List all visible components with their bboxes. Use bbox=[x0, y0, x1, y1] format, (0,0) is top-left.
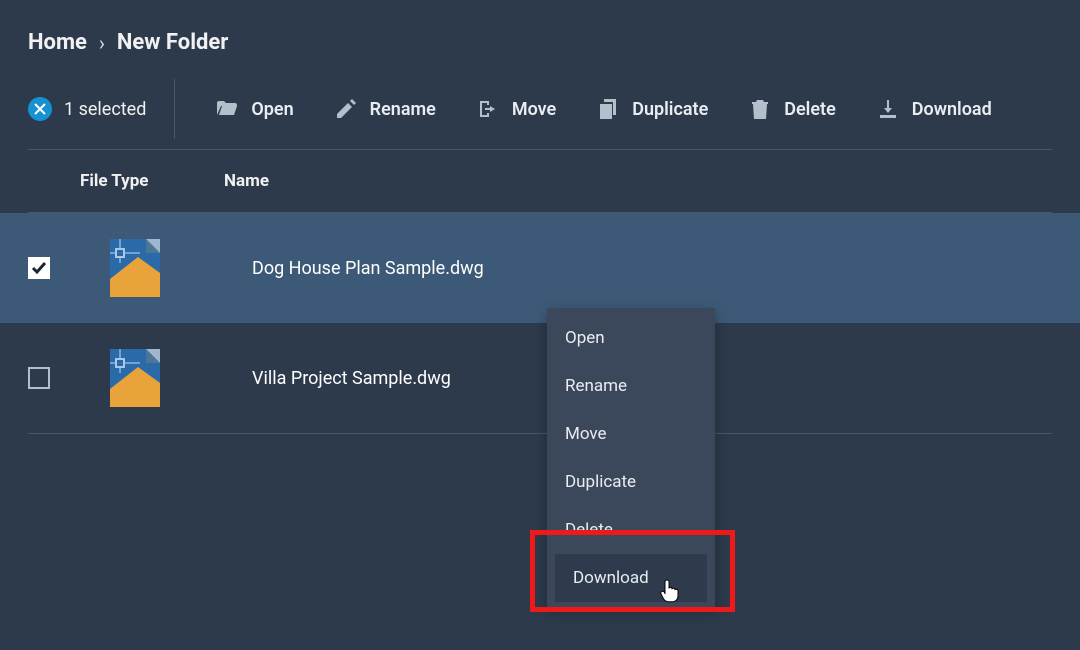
divider bbox=[28, 433, 1052, 434]
table-header: File Type Name bbox=[0, 150, 1080, 212]
context-menu-item-move[interactable]: Move bbox=[547, 410, 715, 458]
toolbar-actions: Open Rename Move Duplicate Delete Downlo… bbox=[175, 97, 991, 121]
duplicate-label: Duplicate bbox=[632, 99, 708, 120]
column-file-type[interactable]: File Type bbox=[80, 171, 190, 191]
selection-toolbar: 1 selected Open Rename Move Duplicate De… bbox=[0, 75, 1080, 143]
context-menu-item-rename[interactable]: Rename bbox=[547, 362, 715, 410]
chevron-right-icon: › bbox=[99, 31, 105, 55]
context-menu-item-download[interactable]: Download bbox=[555, 554, 707, 602]
context-menu-item-delete[interactable]: Delete bbox=[547, 506, 715, 554]
pencil-icon bbox=[334, 97, 358, 121]
delete-button[interactable]: Delete bbox=[748, 97, 836, 121]
move-label: Move bbox=[512, 99, 556, 120]
breadcrumb-home[interactable]: Home bbox=[28, 30, 87, 55]
selection-block: 1 selected bbox=[28, 79, 175, 139]
context-menu-item-duplicate[interactable]: Duplicate bbox=[547, 458, 715, 506]
move-button[interactable]: Move bbox=[476, 97, 556, 121]
move-icon bbox=[476, 97, 500, 121]
rename-button[interactable]: Rename bbox=[334, 97, 436, 121]
open-label: Open bbox=[251, 99, 293, 120]
check-icon bbox=[31, 260, 47, 276]
rename-label: Rename bbox=[370, 99, 436, 120]
download-label: Download bbox=[912, 99, 992, 120]
trash-icon bbox=[748, 97, 772, 121]
row-checkbox[interactable] bbox=[28, 367, 50, 389]
context-menu: OpenRenameMoveDuplicateDeleteDownload bbox=[547, 308, 715, 608]
dwg-file-icon bbox=[110, 239, 160, 297]
duplicate-icon bbox=[596, 97, 620, 121]
breadcrumb: Home › New Folder bbox=[0, 0, 1080, 75]
delete-label: Delete bbox=[784, 99, 836, 120]
open-button[interactable]: Open bbox=[215, 97, 293, 121]
breadcrumb-folder[interactable]: New Folder bbox=[117, 30, 228, 55]
download-button[interactable]: Download bbox=[876, 97, 992, 121]
selection-count: 1 selected bbox=[64, 99, 146, 120]
table-row[interactable]: Villa Project Sample.dwg bbox=[0, 323, 1080, 433]
download-icon bbox=[876, 97, 900, 121]
dwg-file-icon bbox=[110, 349, 160, 407]
context-menu-item-open[interactable]: Open bbox=[547, 314, 715, 362]
row-checkbox[interactable] bbox=[28, 257, 50, 279]
close-icon bbox=[34, 103, 46, 115]
file-name[interactable]: Dog House Plan Sample.dwg bbox=[190, 258, 1052, 279]
table-row[interactable]: Dog House Plan Sample.dwg bbox=[0, 213, 1080, 323]
column-name[interactable]: Name bbox=[190, 171, 1052, 191]
clear-selection-button[interactable] bbox=[28, 97, 52, 121]
file-list: Dog House Plan Sample.dwg Villa Project S… bbox=[0, 213, 1080, 433]
folder-open-icon bbox=[215, 97, 239, 121]
duplicate-button[interactable]: Duplicate bbox=[596, 97, 708, 121]
